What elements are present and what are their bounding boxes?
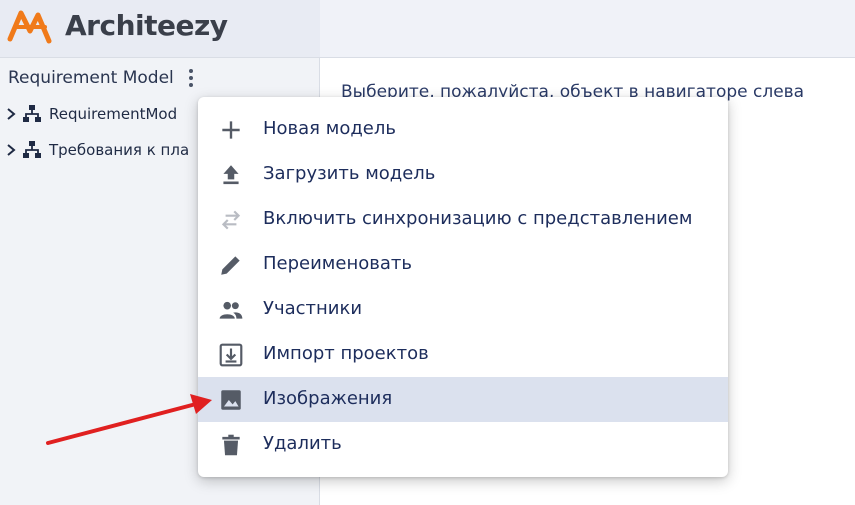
menu-item-import-projects[interactable]: Импорт проектов [198, 332, 728, 377]
hierarchy-icon [23, 105, 41, 122]
menu-item-members[interactable]: Участники [198, 287, 728, 332]
menu-item-label: Переименовать [263, 253, 412, 274]
menu-item-label: Загрузить модель [263, 163, 436, 184]
import-icon [219, 343, 243, 367]
menu-item-label: Участники [263, 298, 363, 319]
menu-item-new-model[interactable]: Новая модель [198, 107, 728, 152]
trash-icon [222, 434, 240, 456]
image-icon [221, 390, 241, 410]
model-header: Requirement Model [8, 66, 198, 90]
sync-icon [221, 210, 241, 230]
tree-item-label: RequirementMod [49, 105, 178, 123]
menu-item-images[interactable]: Изображения [198, 377, 728, 422]
menu-item-label: Включить синхронизацию с представлением [263, 208, 693, 229]
pencil-icon [221, 256, 240, 275]
top-bar [320, 0, 855, 58]
tree-item-requirement-model[interactable]: RequirementMod [4, 102, 177, 126]
chevron-right-icon[interactable] [4, 143, 18, 157]
model-title: Requirement Model [8, 68, 174, 88]
people-icon [219, 301, 243, 319]
architeezy-logo-icon[interactable] [7, 9, 53, 45]
menu-item-upload-model[interactable]: Загрузить модель [198, 152, 728, 197]
plus-icon [222, 121, 240, 139]
tree-item-requirements[interactable]: Требования к пла [4, 138, 189, 162]
upload-icon [223, 165, 239, 185]
menu-item-enable-sync[interactable]: Включить синхронизацию с представлением [198, 197, 728, 242]
menu-item-delete[interactable]: Удалить [198, 422, 728, 467]
menu-item-label: Новая модель [263, 118, 396, 139]
chevron-right-icon[interactable] [4, 107, 18, 121]
kebab-icon[interactable] [184, 68, 198, 88]
hierarchy-icon [23, 141, 41, 158]
brand-bar: Architeezy [0, 0, 320, 58]
menu-item-label: Импорт проектов [263, 343, 429, 364]
app-name: Architeezy [65, 9, 228, 42]
menu-item-label: Изображения [263, 388, 393, 409]
menu-item-label: Удалить [263, 433, 342, 454]
context-menu: Новая модель Загрузить модель Включить с… [198, 97, 728, 477]
menu-item-rename[interactable]: Переименовать [198, 242, 728, 287]
tree-item-label: Требования к пла [49, 141, 190, 159]
